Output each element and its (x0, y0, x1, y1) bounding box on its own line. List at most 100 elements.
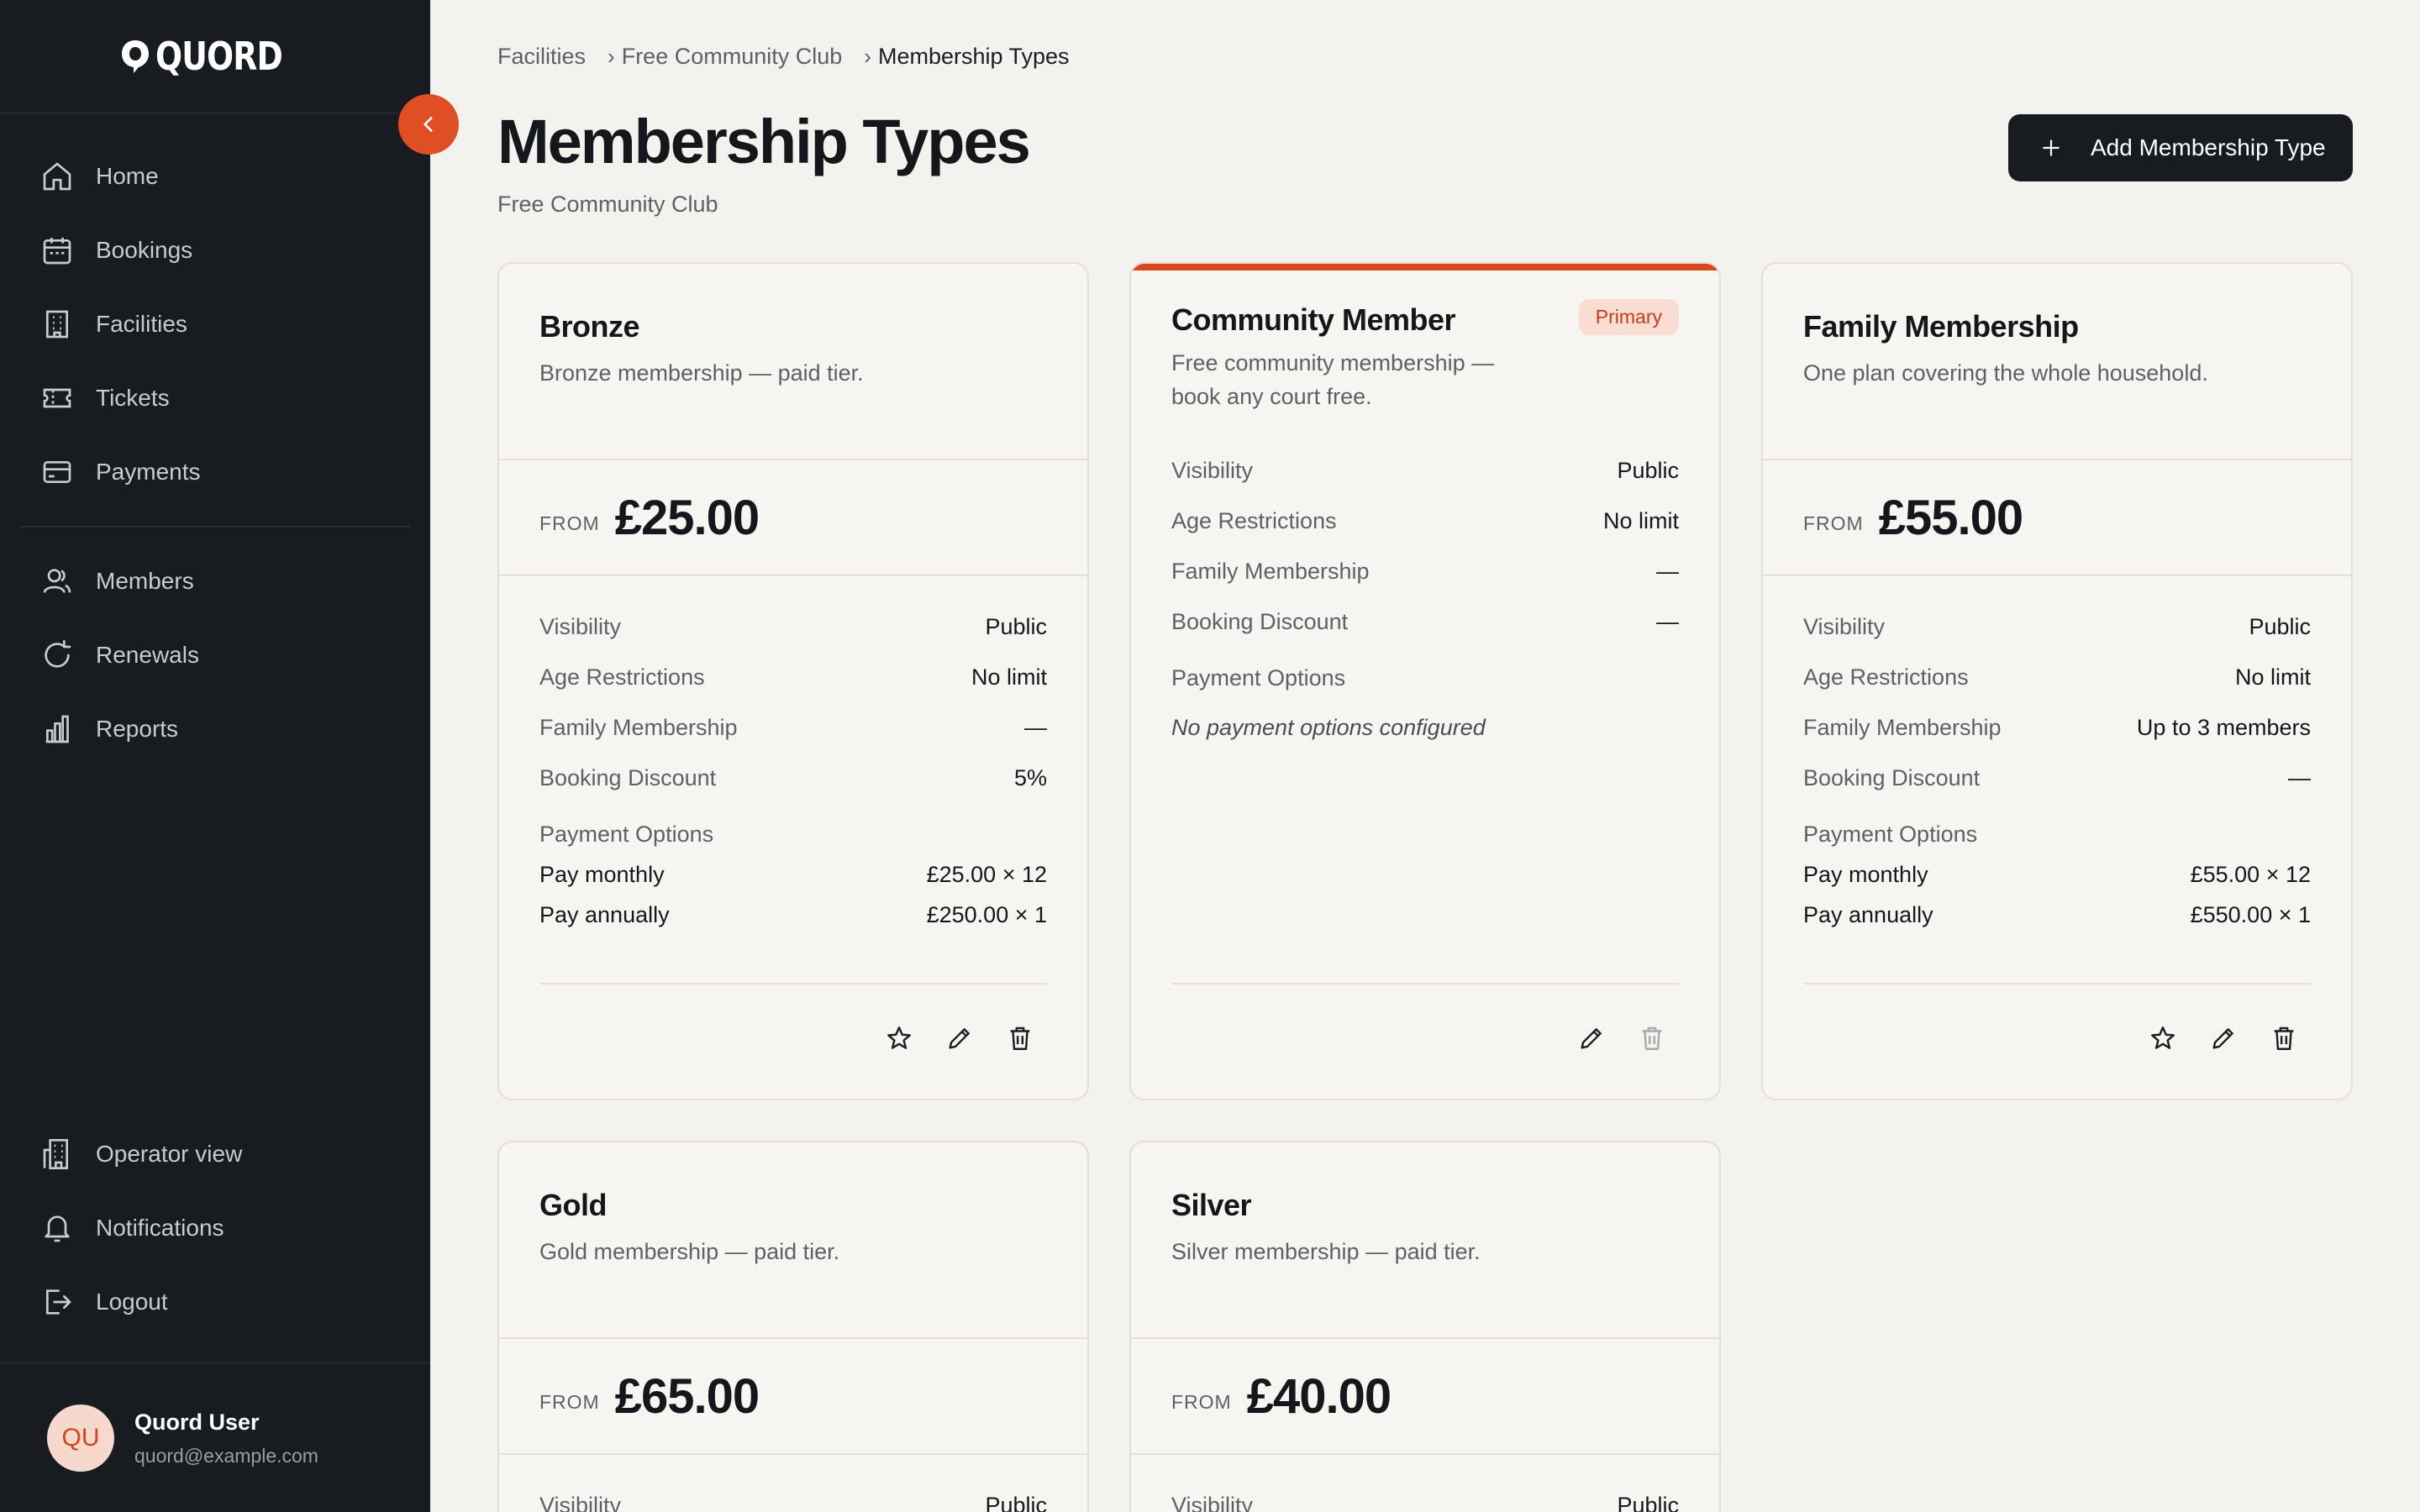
payment-option-label: Pay monthly (1803, 861, 1928, 887)
delete-button[interactable] (2265, 1020, 2302, 1057)
membership-card-family: Family Membership One plan covering the … (1761, 262, 2353, 1100)
membership-card-silver: Silver Silver membership — paid tier. FR… (1129, 1141, 1721, 1512)
sidebar-item-home[interactable]: Home (20, 139, 410, 213)
price-from-label: FROM (1803, 512, 1864, 534)
card-actions (539, 983, 1047, 1092)
card-description: Bronze membership — paid tier. (539, 360, 864, 386)
card-header: Gold Gold membership — paid tier. (539, 1188, 1047, 1268)
payment-option-label: Pay monthly (539, 861, 665, 887)
sidebar-item-facilities[interactable]: Facilities (20, 287, 410, 361)
brand-logo[interactable]: QUORD (0, 0, 430, 114)
sidebar-item-logout[interactable]: Logout (20, 1265, 410, 1339)
detail-row-family: Family Membership Up to 3 members (1803, 702, 2311, 753)
card-header: Family Membership One plan covering the … (1803, 309, 2311, 390)
delete-button[interactable] (1002, 1020, 1039, 1057)
set-primary-button[interactable] (2144, 1020, 2181, 1057)
detail-value: Public (985, 613, 1047, 639)
card-header: Silver Silver membership — paid tier. (1171, 1188, 1679, 1268)
sidebar-item-label: Bookings (96, 237, 193, 263)
trash-icon (1010, 1026, 1030, 1050)
detail-row-family: Family Membership — (539, 702, 1047, 753)
detail-label: Age Restrictions (539, 664, 705, 690)
card-description: Gold membership — paid tier. (539, 1239, 840, 1264)
edit-button[interactable] (941, 1020, 978, 1057)
card-details: Visibility Public Age Restrictions No limi… (1171, 445, 1679, 741)
payment-option-row: Pay monthly £55.00 × 12 (1803, 854, 2311, 895)
price-band: FROM £40.00 (1131, 1337, 1719, 1455)
ticket-icon (43, 388, 71, 408)
detail-value: Public (1617, 1492, 1679, 1512)
credit-card-icon (43, 461, 71, 483)
avatar: QU (47, 1404, 114, 1472)
logout-icon (46, 1289, 71, 1315)
sidebar-item-label: Notifications (96, 1215, 224, 1241)
breadcrumb-club[interactable]: Free Community Club (622, 44, 843, 70)
detail-value: Public (985, 1492, 1047, 1512)
detail-label: Visibility (1171, 457, 1254, 483)
detail-label: Family Membership (1171, 558, 1370, 584)
detail-row-visibility: Visibility Public (539, 1480, 1047, 1512)
membership-card-gold: Gold Gold membership — paid tier. FROM £… (497, 1141, 1089, 1512)
sidebar-item-bookings[interactable]: Bookings (20, 213, 410, 287)
sidebar-item-payments[interactable]: Payments (20, 435, 410, 509)
edit-button[interactable] (1573, 1020, 1610, 1057)
main-nav: Home Bookings Facilities Tickets Payment… (20, 139, 410, 509)
card-header: Community Member Free community membersh… (1171, 302, 1526, 413)
card-title: Family Membership (1803, 309, 2079, 344)
card-description: One plan covering the whole household. (1803, 360, 2208, 386)
detail-row-discount: Booking Discount 5% (539, 753, 1047, 803)
collapse-sidebar-button[interactable] (398, 94, 459, 155)
add-membership-type-button[interactable]: Add Membership Type (2008, 114, 2353, 181)
card-description: Free community membership — book any cou… (1171, 350, 1495, 409)
price-band: FROM £55.00 (1763, 459, 2351, 576)
detail-value: Public (1617, 457, 1679, 483)
calendar-icon (43, 238, 71, 265)
payment-options-title: Payment Options (539, 822, 714, 847)
sidebar-item-label: Operator view (96, 1141, 243, 1167)
sidebar-item-operator-view[interactable]: Operator view (20, 1117, 410, 1191)
detail-value: No limit (971, 664, 1047, 690)
pencil-icon (949, 1028, 970, 1049)
payment-option-row: Pay annually £250.00 × 1 (539, 895, 1047, 935)
payment-option-label: Pay annually (1803, 901, 1933, 927)
detail-label: Age Restrictions (1171, 507, 1337, 533)
sidebar-item-notifications[interactable]: Notifications (20, 1191, 410, 1265)
building-icon (46, 310, 68, 339)
detail-row-age: Age Restrictions No limit (1803, 652, 2311, 702)
card-actions (1171, 983, 1679, 1092)
office-building-icon (43, 1139, 68, 1169)
sidebar-item-tickets[interactable]: Tickets (20, 361, 410, 435)
detail-value: Up to 3 members (2136, 714, 2311, 740)
sidebar-item-members[interactable]: Members (20, 544, 410, 618)
payment-option-row: Pay monthly £25.00 × 12 (539, 854, 1047, 895)
sidebar-item-renewals[interactable]: Renewals (20, 618, 410, 692)
add-button-label: Add Membership Type (2091, 134, 2326, 160)
price-amount: £40.00 (1246, 1368, 1392, 1424)
card-title: Bronze (539, 309, 640, 344)
plus-icon (2043, 139, 2060, 156)
trash-icon (2274, 1026, 2294, 1050)
membership-card-community-member: Primary Community Member Free community … (1129, 262, 1721, 1100)
detail-value: No limit (2234, 664, 2311, 690)
detail-label: Family Membership (539, 714, 738, 740)
set-primary-button[interactable] (881, 1020, 918, 1057)
detail-value: Public (2249, 613, 2311, 639)
edit-button[interactable] (2205, 1020, 2242, 1057)
logo-icon (121, 40, 149, 73)
card-title: Silver (1171, 1188, 1252, 1222)
user-profile[interactable]: QU Quord User quord@example.com (0, 1362, 430, 1512)
star-icon (887, 1026, 911, 1049)
detail-label: Visibility (1803, 613, 1886, 639)
breadcrumb-facilities[interactable]: Facilities (497, 44, 586, 70)
home-icon (43, 162, 71, 191)
price-band: FROM £25.00 (499, 459, 1087, 576)
star-icon (2151, 1026, 2175, 1049)
price-amount: £25.00 (614, 490, 760, 545)
detail-row-visibility: Visibility Public (539, 601, 1047, 652)
sidebar-item-reports[interactable]: Reports (20, 692, 410, 766)
payment-option-value: £55.00 × 12 (2190, 861, 2311, 887)
sidebar-item-label: Members (96, 568, 194, 594)
page-title: Membership Types (497, 107, 1031, 176)
payment-option-label: Pay annually (539, 901, 670, 927)
payment-option-value: £250.00 × 1 (926, 901, 1047, 927)
